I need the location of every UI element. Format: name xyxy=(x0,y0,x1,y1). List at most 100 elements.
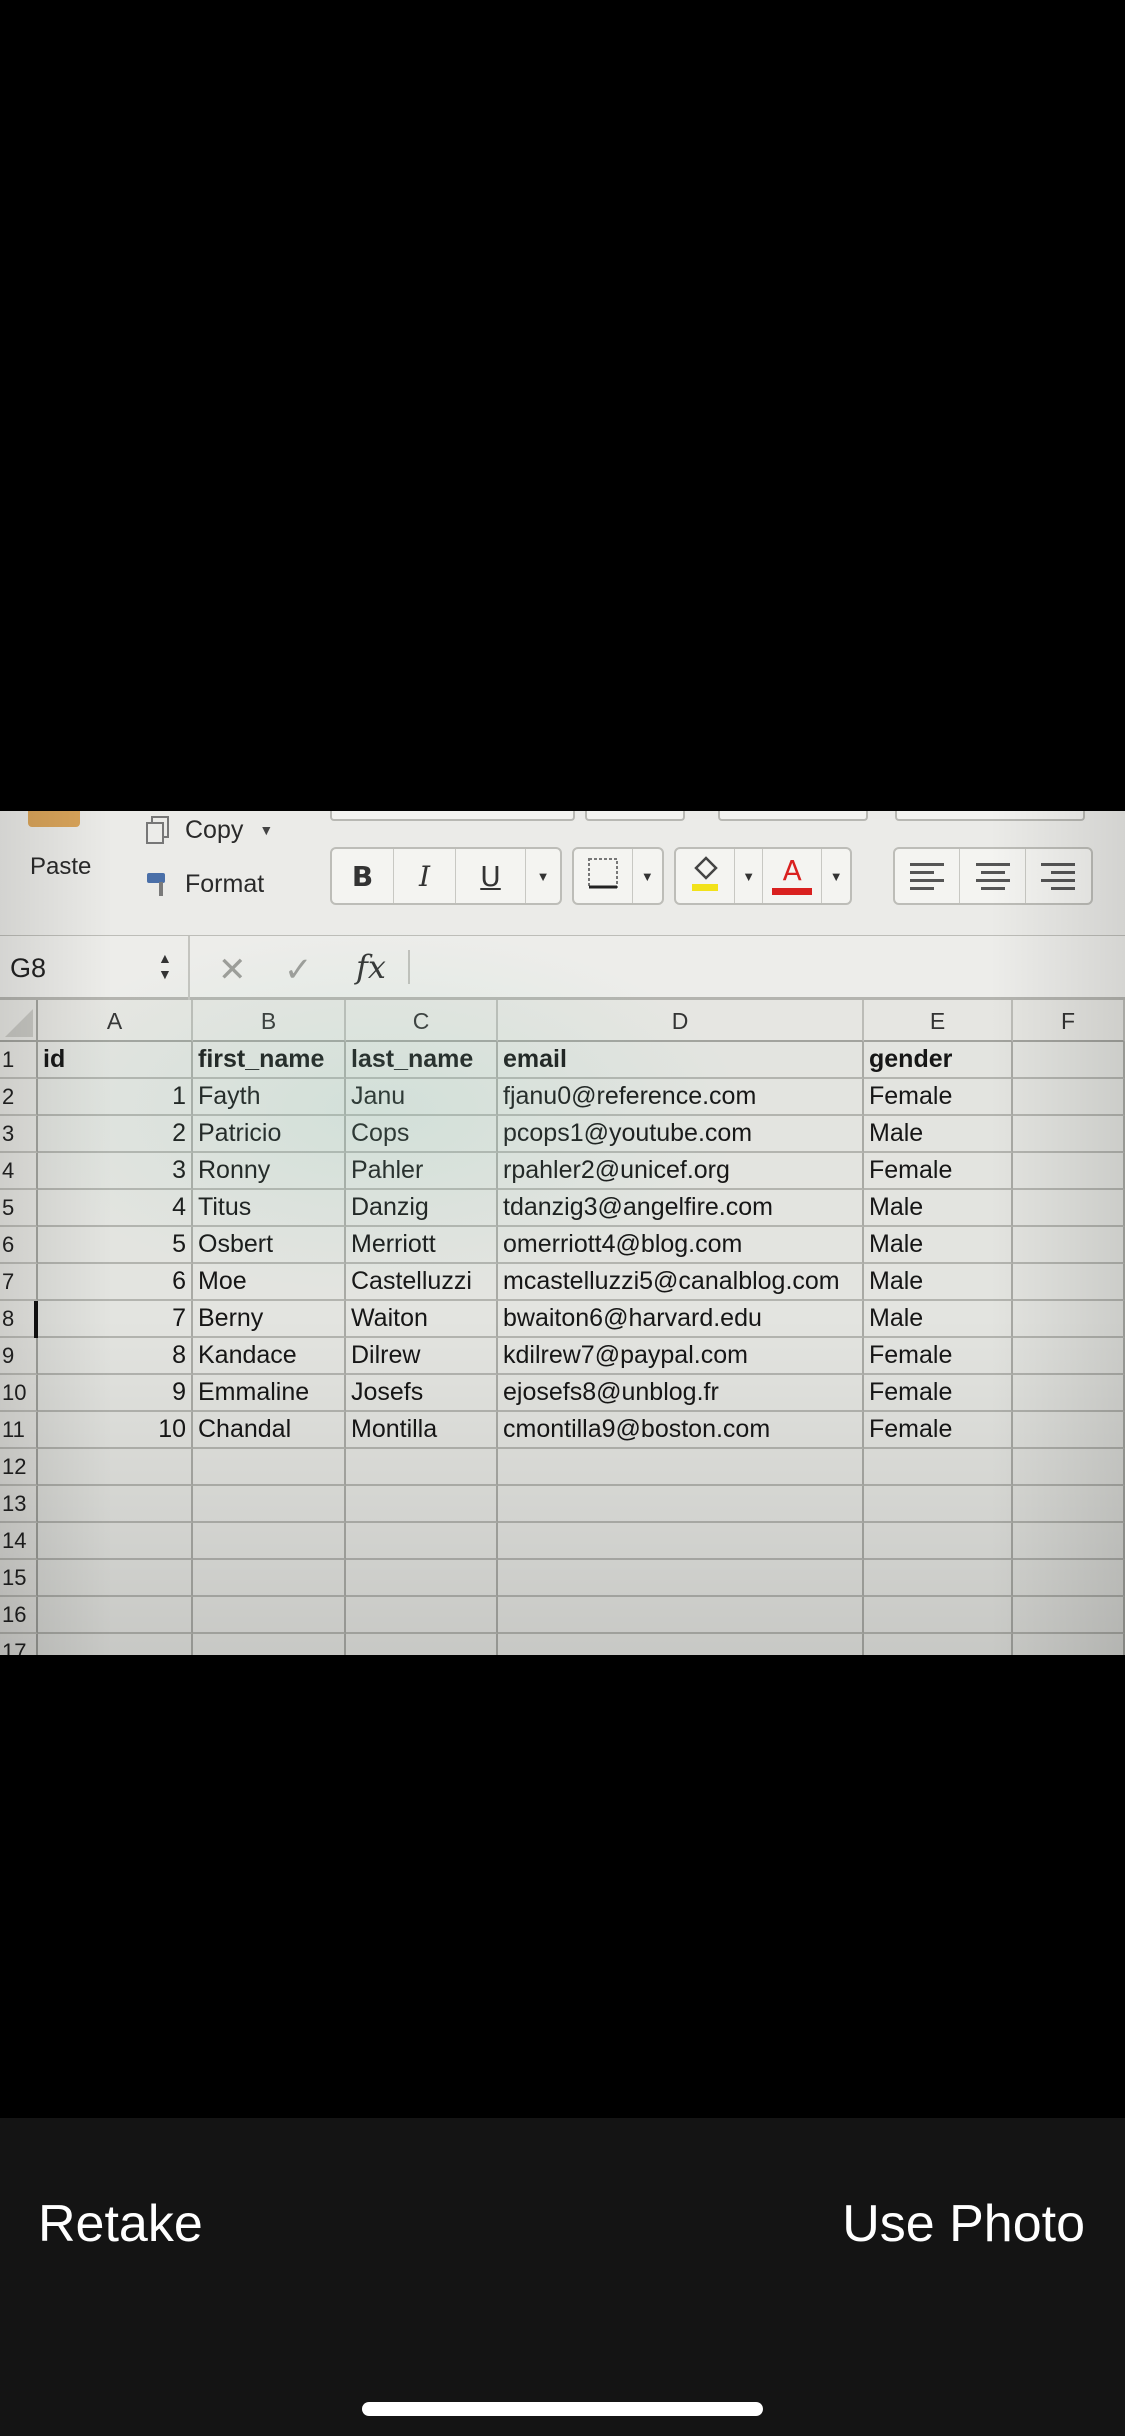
font-size-box[interactable] xyxy=(585,811,685,821)
table-cell[interactable] xyxy=(1013,1375,1125,1412)
cell-gender[interactable]: Male xyxy=(864,1301,1013,1338)
table-cell[interactable] xyxy=(1013,1634,1125,1655)
table-cell[interactable] xyxy=(864,1523,1013,1560)
cell-id[interactable]: 8 xyxy=(38,1338,193,1375)
table-cell[interactable] xyxy=(498,1486,864,1523)
font-size-buttons[interactable] xyxy=(718,811,868,821)
table-cell[interactable] xyxy=(193,1634,346,1655)
table-cell[interactable] xyxy=(193,1597,346,1634)
cell-id[interactable]: 5 xyxy=(38,1227,193,1264)
row-header-12[interactable]: 12 xyxy=(0,1449,38,1486)
cell-last_name[interactable]: Montilla xyxy=(346,1412,498,1449)
cell-last_name[interactable]: Pahler xyxy=(346,1153,498,1190)
cell-email[interactable]: omerriott4@blog.com xyxy=(498,1227,864,1264)
cell-first_name[interactable]: Moe xyxy=(193,1264,346,1301)
table-cell[interactable] xyxy=(38,1634,193,1655)
cell-first_name[interactable]: Berny xyxy=(193,1301,346,1338)
table-cell[interactable] xyxy=(346,1597,498,1634)
cell-gender[interactable]: Female xyxy=(864,1375,1013,1412)
insert-function-icon[interactable]: fx xyxy=(356,948,386,986)
cell-last_name[interactable]: Castelluzzi xyxy=(346,1264,498,1301)
cell-last_name[interactable]: Janu xyxy=(346,1079,498,1116)
stepper-arrows-icon[interactable]: ▲ ▼ xyxy=(158,950,172,982)
table-cell[interactable] xyxy=(38,1560,193,1597)
row-header-2[interactable]: 2 xyxy=(0,1079,38,1116)
fill-color-button[interactable] xyxy=(676,849,736,903)
underline-button[interactable]: U xyxy=(456,849,526,903)
cell-id[interactable]: 4 xyxy=(38,1190,193,1227)
row-header-7[interactable]: 7 xyxy=(0,1264,38,1301)
table-cell[interactable] xyxy=(1013,1523,1125,1560)
row-header-9[interactable]: 9 xyxy=(0,1338,38,1375)
cell-last_name[interactable]: Cops xyxy=(346,1116,498,1153)
paste-icon[interactable] xyxy=(28,811,80,827)
row-header-4[interactable]: 4 xyxy=(0,1153,38,1190)
fill-color-dropdown[interactable]: ▼ xyxy=(735,849,763,903)
cell-id[interactable]: 7 xyxy=(38,1301,193,1338)
cell-first_name[interactable]: Emmaline xyxy=(193,1375,346,1412)
cell-id[interactable]: 6 xyxy=(38,1264,193,1301)
table-cell[interactable] xyxy=(193,1449,346,1486)
cell-last_name[interactable]: Dilrew xyxy=(346,1338,498,1375)
header-cell-email[interactable]: email xyxy=(498,1042,864,1079)
cell-email[interactable]: tdanzig3@angelfire.com xyxy=(498,1190,864,1227)
table-cell[interactable] xyxy=(193,1523,346,1560)
cell-first_name[interactable]: Kandace xyxy=(193,1338,346,1375)
header-cell-gender[interactable]: gender xyxy=(864,1042,1013,1079)
alignment-top-buttons[interactable] xyxy=(895,811,1085,821)
table-cell[interactable] xyxy=(498,1597,864,1634)
table-cell[interactable] xyxy=(1013,1190,1125,1227)
header-cell-last_name[interactable]: last_name xyxy=(346,1042,498,1079)
cell-email[interactable]: rpahler2@unicef.org xyxy=(498,1153,864,1190)
table-cell[interactable] xyxy=(1013,1449,1125,1486)
row-header-16[interactable]: 16 xyxy=(0,1597,38,1634)
copy-button[interactable]: Copy ▼ xyxy=(143,815,273,845)
row-header-10[interactable]: 10 xyxy=(0,1375,38,1412)
cell-last_name[interactable]: Waiton xyxy=(346,1301,498,1338)
row-header-13[interactable]: 13 xyxy=(0,1486,38,1523)
underline-dropdown[interactable]: ▼ xyxy=(526,849,560,903)
column-header-a[interactable]: A xyxy=(38,1000,193,1042)
table-cell[interactable] xyxy=(864,1449,1013,1486)
cell-last_name[interactable]: Danzig xyxy=(346,1190,498,1227)
row-header-5[interactable]: 5 xyxy=(0,1190,38,1227)
table-cell[interactable] xyxy=(864,1560,1013,1597)
cell-first_name[interactable]: Ronny xyxy=(193,1153,346,1190)
cell-gender[interactable]: Female xyxy=(864,1338,1013,1375)
table-cell[interactable] xyxy=(864,1486,1013,1523)
cell-first_name[interactable]: Titus xyxy=(193,1190,346,1227)
cell-gender[interactable]: Male xyxy=(864,1190,1013,1227)
cell-last_name[interactable]: Merriott xyxy=(346,1227,498,1264)
font-name-box[interactable] xyxy=(330,811,575,821)
cell-email[interactable]: bwaiton6@harvard.edu xyxy=(498,1301,864,1338)
align-left-button[interactable] xyxy=(895,849,961,903)
table-cell[interactable] xyxy=(1013,1116,1125,1153)
cell-last_name[interactable]: Josefs xyxy=(346,1375,498,1412)
table-cell[interactable] xyxy=(498,1449,864,1486)
table-cell[interactable] xyxy=(1013,1486,1125,1523)
table-cell[interactable] xyxy=(1013,1079,1125,1116)
font-color-button[interactable]: A xyxy=(763,849,823,903)
table-cell[interactable] xyxy=(346,1634,498,1655)
table-cell[interactable] xyxy=(38,1486,193,1523)
table-cell[interactable] xyxy=(1013,1597,1125,1634)
cancel-icon[interactable]: ✕ xyxy=(218,950,247,990)
cell-gender[interactable]: Female xyxy=(864,1412,1013,1449)
cell-gender[interactable]: Female xyxy=(864,1079,1013,1116)
table-cell[interactable] xyxy=(38,1597,193,1634)
row-header-3[interactable]: 3 xyxy=(0,1116,38,1153)
column-header-d[interactable]: D xyxy=(498,1000,864,1042)
confirm-icon[interactable]: ✓ xyxy=(284,950,313,990)
cell-email[interactable]: cmontilla9@boston.com xyxy=(498,1412,864,1449)
table-cell[interactable] xyxy=(498,1560,864,1597)
row-header-14[interactable]: 14 xyxy=(0,1523,38,1560)
table-cell[interactable] xyxy=(1013,1042,1125,1079)
cell-id[interactable]: 2 xyxy=(38,1116,193,1153)
align-right-button[interactable] xyxy=(1026,849,1091,903)
table-cell[interactable] xyxy=(1013,1301,1125,1338)
paste-label[interactable]: Paste xyxy=(30,853,91,881)
cell-email[interactable]: mcastelluzzi5@canalblog.com xyxy=(498,1264,864,1301)
cell-id[interactable]: 9 xyxy=(38,1375,193,1412)
cell-gender[interactable]: Female xyxy=(864,1153,1013,1190)
cell-email[interactable]: kdilrew7@paypal.com xyxy=(498,1338,864,1375)
